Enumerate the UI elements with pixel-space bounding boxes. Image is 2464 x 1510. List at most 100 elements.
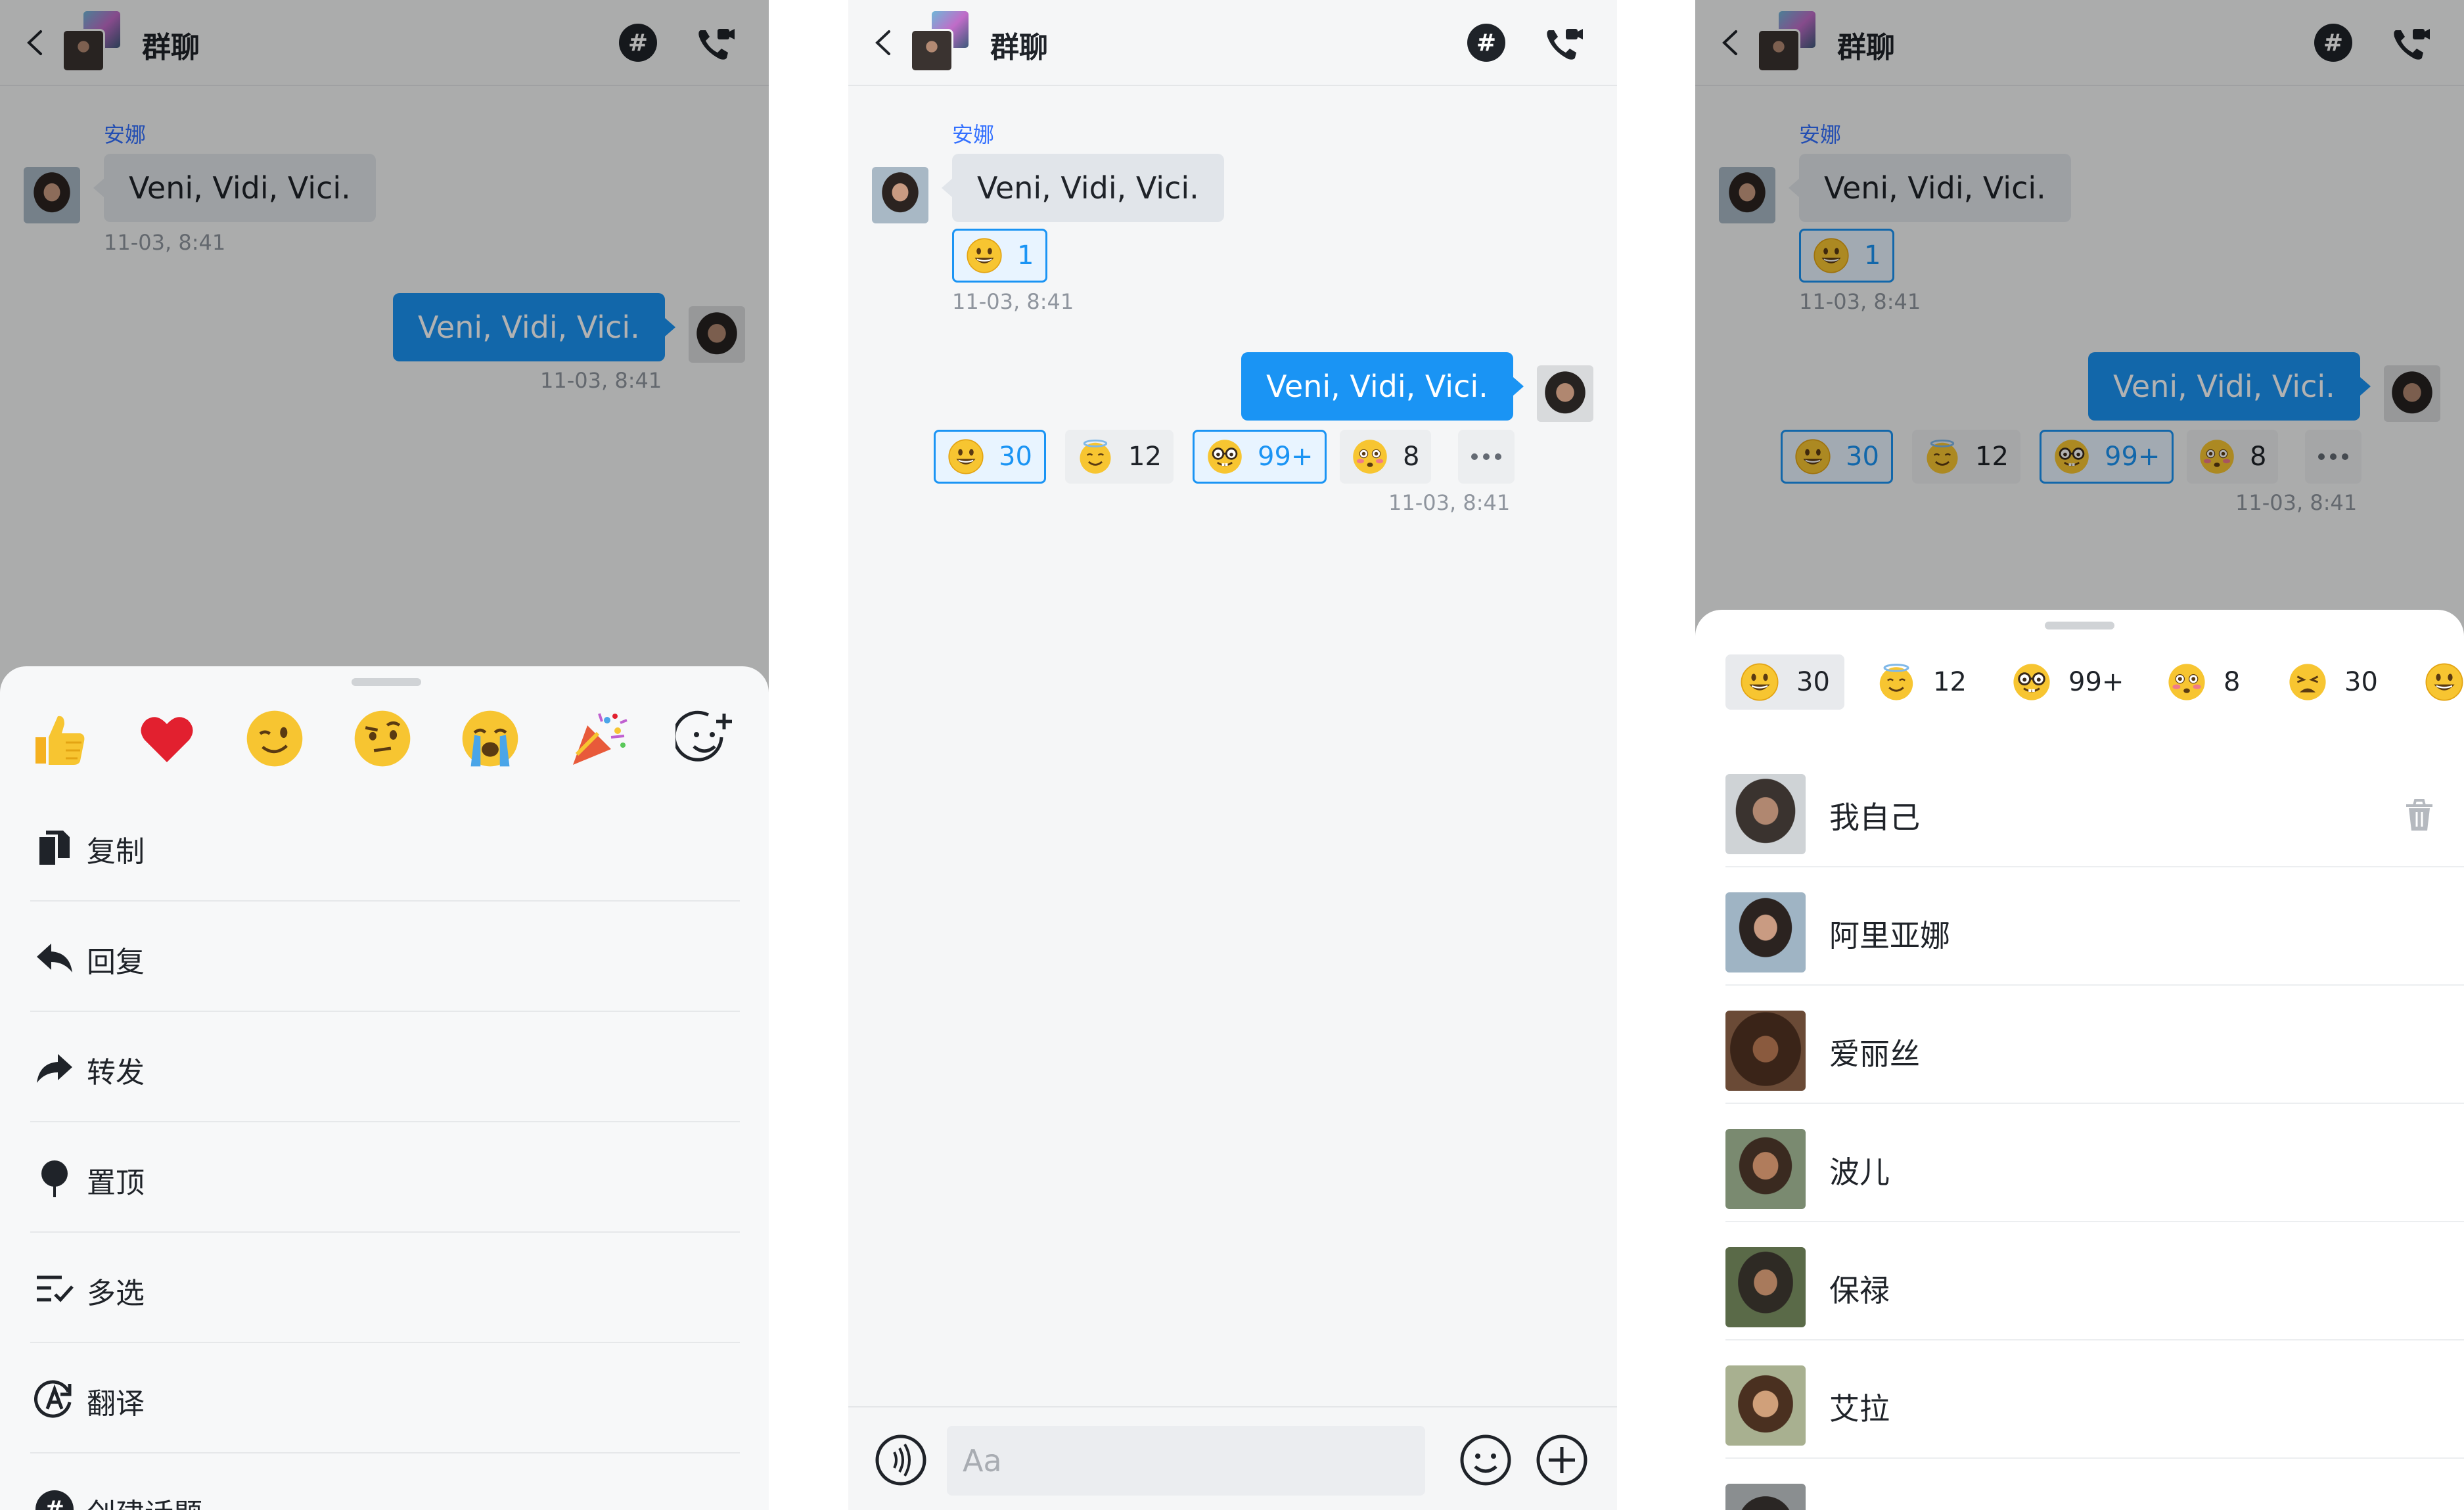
reaction-user-row[interactable]: 我自己 <box>1725 749 2464 867</box>
video-call-icon[interactable] <box>1542 22 1584 64</box>
avatar <box>1725 774 1806 854</box>
menu-item-forward[interactable]: 转发 <box>30 1012 740 1122</box>
panel-message-actions: 群聊 # 安娜 Veni, Vidi, Vici. 11-03, 8:41 Ve… <box>0 0 769 1510</box>
avatar <box>1725 1365 1806 1446</box>
forward-icon <box>37 1054 72 1083</box>
message-input[interactable]: Aa <box>947 1426 1425 1496</box>
panel-chat-reactions: 群聊 # 安娜 Veni, Vidi, Vici. 1 11-03, 8:41 … <box>848 0 1617 1510</box>
svg-text:#: # <box>1476 30 1496 57</box>
party-popper-icon[interactable] <box>568 708 628 769</box>
menu-label: 回复 <box>87 946 145 979</box>
reaction-user-row[interactable]: 波儿 <box>1725 1104 2464 1222</box>
svg-text:#: # <box>45 1496 64 1510</box>
menu-item-create-topic[interactable]: # 创建话题 <box>30 1453 740 1510</box>
user-name: 波儿 <box>1829 1155 1890 1190</box>
reaction-count: 30 <box>1796 667 1830 697</box>
message-bubble-outgoing[interactable]: Veni, Vidi, Vici. <box>1241 352 1524 421</box>
grinning-face-icon <box>947 438 984 475</box>
smiling-face-with-halo-icon <box>1077 438 1114 475</box>
reaction-user-row[interactable]: 爱丽丝 <box>1725 986 2464 1104</box>
reaction-chip[interactable]: 99+ <box>1193 430 1327 484</box>
nerd-face-icon <box>1206 438 1243 475</box>
chat-title: 群聊 <box>990 31 1048 64</box>
menu-label: 多选 <box>87 1277 145 1310</box>
reply-icon <box>37 944 72 972</box>
avatar <box>1725 1129 1806 1209</box>
menu-item-translate[interactable]: 翻译 <box>30 1343 740 1453</box>
reaction-tab[interactable]: 8 <box>2153 654 2254 710</box>
reaction-count: 8 <box>2224 667 2241 697</box>
reaction-chip[interactable]: 30 <box>934 430 1046 484</box>
sender-name: 安娜 <box>952 122 995 147</box>
grinning-face-icon <box>966 237 1003 274</box>
reaction-detail-sheet: 30 12 99+ 8 30 我自己 阿里亚娜 爱丽丝 波儿 保禄 艾拉 <box>1695 610 2464 1510</box>
topic-hash-icon[interactable]: # <box>1466 22 1507 63</box>
avatar[interactable] <box>1537 365 1593 422</box>
menu-label: 翻译 <box>87 1387 145 1421</box>
translate-icon <box>34 1380 72 1418</box>
loudly-crying-face-icon[interactable] <box>460 708 520 769</box>
face-with-raised-eyebrow-icon[interactable] <box>352 708 413 769</box>
flushed-face-icon <box>1352 438 1388 475</box>
message-bubble-incoming[interactable]: Veni, Vidi, Vici. <box>942 154 1224 222</box>
reaction-count: 8 <box>1403 442 1420 472</box>
reaction-user-row[interactable]: 阿里亚娜 <box>1725 867 2464 986</box>
add-icon[interactable] <box>1536 1434 1588 1486</box>
tired-face-icon <box>2288 662 2327 702</box>
reaction-count: 30 <box>999 442 1032 472</box>
user-name: 爱丽丝 <box>1829 1036 1920 1072</box>
reaction-tab[interactable] <box>2425 654 2464 710</box>
menu-item-pin[interactable]: 置顶 <box>30 1122 740 1233</box>
voice-icon[interactable] <box>875 1434 927 1486</box>
reaction-user-row[interactable]: 爱德华 <box>1725 1459 2464 1510</box>
red-heart-icon[interactable] <box>137 708 197 769</box>
reaction-count: 12 <box>1933 667 1967 697</box>
trash-icon[interactable] <box>2401 796 2438 833</box>
menu-item-copy[interactable]: 复制 <box>30 791 740 902</box>
reaction-user-row[interactable]: 保禄 <box>1725 1222 2464 1340</box>
winking-face-icon[interactable] <box>244 708 305 769</box>
reaction-count: 12 <box>1128 442 1162 472</box>
reaction-tab[interactable]: 30 <box>2273 654 2392 710</box>
reaction-tab[interactable]: 30 <box>1725 654 1844 710</box>
reaction-user-row[interactable]: 艾拉 <box>1725 1340 2464 1459</box>
menu-label: 复制 <box>87 835 145 869</box>
reaction-count: 30 <box>2344 667 2378 697</box>
reaction-tab[interactable]: 99+ <box>1997 654 2138 710</box>
chat-header: 群聊 # <box>848 0 1617 86</box>
reaction-tab[interactable]: 12 <box>1862 654 1981 710</box>
flushed-face-icon <box>2167 662 2206 702</box>
reaction-chip[interactable]: 12 <box>1065 430 1174 484</box>
user-name: 爱德华 <box>1829 1503 1920 1510</box>
multi-select-icon <box>37 1275 74 1302</box>
grinning-face-icon <box>2425 662 2464 702</box>
menu-label: 创建话题 <box>87 1490 202 1510</box>
emoji-icon[interactable] <box>1459 1434 1512 1486</box>
message-timestamp: 11-03, 8:41 <box>952 289 1074 314</box>
reaction-count: 1 <box>1017 240 1034 271</box>
avatar <box>1725 892 1806 972</box>
more-reactions-button[interactable] <box>1458 430 1515 484</box>
avatar[interactable] <box>872 167 928 223</box>
sheet-handle[interactable] <box>2045 622 2114 629</box>
thumbs-up-icon[interactable] <box>29 708 89 769</box>
avatar <box>1725 1247 1806 1327</box>
user-name: 我自己 <box>1829 800 1920 835</box>
panel-reaction-details: 群聊 # 安娜 Veni, Vidi, Vici. 1 11-03, 8:41 … <box>1695 0 2464 1510</box>
reaction-count: 99+ <box>1258 442 1313 472</box>
add-reaction-icon[interactable] <box>675 708 736 769</box>
smiling-face-with-halo-icon <box>1877 662 1916 702</box>
sheet-handle[interactable] <box>352 678 421 686</box>
copy-icon <box>39 831 70 865</box>
nerd-face-icon <box>2012 662 2051 702</box>
user-name: 艾拉 <box>1829 1391 1890 1427</box>
group-avatar <box>910 9 976 75</box>
menu-item-multi-select[interactable]: 多选 <box>30 1233 740 1343</box>
avatar <box>1725 1011 1806 1091</box>
back-icon[interactable] <box>868 26 901 59</box>
reaction-chip[interactable]: 8 <box>1340 430 1432 484</box>
reaction-chip[interactable]: 1 <box>952 229 1048 283</box>
message-action-sheet: 复制 回复 转发 置顶 多选 翻译 # 创建话题 <box>0 666 769 1510</box>
menu-item-reply[interactable]: 回复 <box>30 902 740 1012</box>
grinning-face-icon <box>1740 662 1779 702</box>
